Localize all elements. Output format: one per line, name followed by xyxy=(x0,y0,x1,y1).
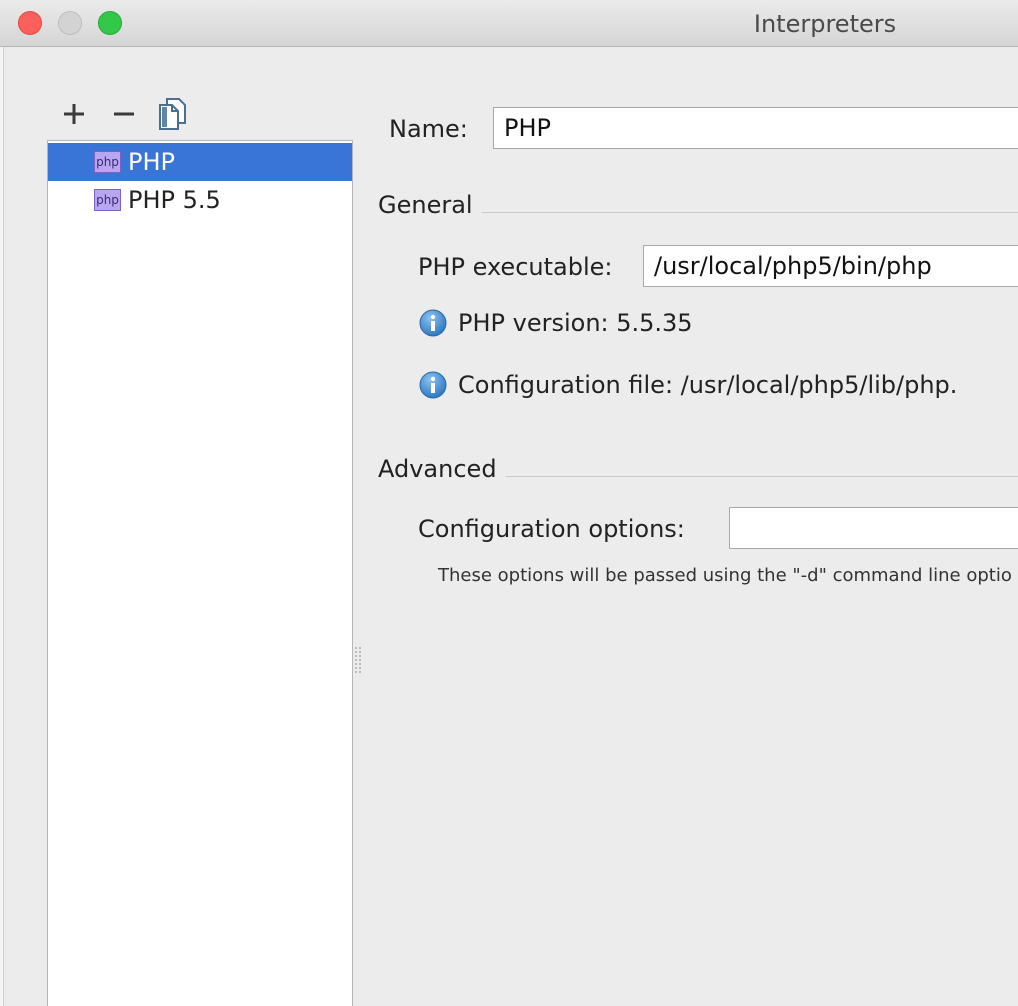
advanced-section-title: Advanced xyxy=(378,455,497,483)
copy-icon xyxy=(159,98,186,130)
name-input[interactable] xyxy=(493,107,1018,149)
minus-icon xyxy=(114,112,134,116)
info-icon xyxy=(419,309,447,337)
php-file-icon: php xyxy=(94,151,121,173)
name-label: Name: xyxy=(389,115,468,143)
php-icon-text: php xyxy=(96,193,119,207)
add-interpreter-button[interactable] xyxy=(57,96,91,132)
minimize-window-button[interactable] xyxy=(58,11,82,35)
php-version-text: PHP version: 5.5.35 xyxy=(458,309,693,337)
interpreters-window: Interpreters php PHP php PHP 5.5 Name: P… xyxy=(0,0,1018,1006)
configuration-options-hint: These options will be passed using the "… xyxy=(438,565,1012,586)
window-title: Interpreters xyxy=(753,10,897,38)
list-item-label: PHP xyxy=(128,148,175,176)
configuration-options-label: Configuration options: xyxy=(418,515,685,543)
title-bar: Interpreters xyxy=(0,0,1018,47)
zoom-window-button[interactable] xyxy=(98,11,122,35)
close-window-button[interactable] xyxy=(18,11,42,35)
info-icon xyxy=(419,371,447,399)
plus-icon xyxy=(64,104,84,124)
list-item-label: PHP 5.5 xyxy=(128,186,221,214)
configuration-file-text: Configuration file: /usr/local/php5/lib/… xyxy=(458,371,958,399)
php-executable-label: PHP executable: xyxy=(418,253,613,281)
php-file-icon: php xyxy=(94,189,121,211)
list-item-php[interactable]: php PHP xyxy=(48,143,352,181)
splitter-handle[interactable] xyxy=(354,646,362,676)
php-executable-input[interactable] xyxy=(643,245,1018,287)
general-section-divider xyxy=(482,212,1018,213)
background-window-edge xyxy=(0,47,4,1006)
interpreter-list[interactable]: php PHP php PHP 5.5 xyxy=(47,140,353,1006)
list-item-php-5-5[interactable]: php PHP 5.5 xyxy=(48,181,352,219)
copy-interpreter-button[interactable] xyxy=(155,96,189,132)
advanced-section-divider xyxy=(506,476,1018,477)
php-icon-text: php xyxy=(96,155,119,169)
remove-interpreter-button[interactable] xyxy=(107,96,141,132)
general-section-title: General xyxy=(378,191,473,219)
configuration-options-input[interactable] xyxy=(729,507,1018,549)
